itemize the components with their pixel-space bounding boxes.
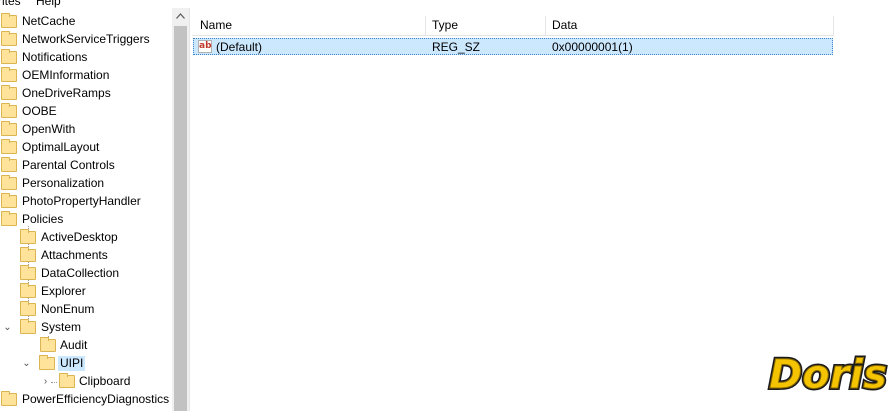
scroll-up-button[interactable] (172, 8, 189, 25)
tree-item-label: OpenWith (22, 122, 76, 136)
tree-item-label: ActiveDesktop (41, 230, 118, 244)
tree-item-label: Explorer (41, 284, 86, 298)
watermark-text: Doris (769, 352, 887, 396)
tree-item-explorer[interactable]: Explorer (0, 282, 172, 300)
list-header: Name Type Data (192, 14, 834, 36)
folder-icon (1, 121, 17, 136)
tree-item-openwith[interactable]: OpenWith (0, 120, 172, 138)
folder-icon (1, 103, 17, 118)
folder-icon (1, 193, 17, 208)
tree-item-audit[interactable]: Audit (0, 336, 172, 354)
folder-icon (1, 157, 17, 172)
folder-icon (20, 283, 36, 298)
tree-item-label: NonEnum (41, 302, 95, 316)
tree-item-label: UIPI (58, 356, 86, 371)
column-divider[interactable] (833, 16, 834, 36)
tree-item-label: Parental Controls (22, 158, 115, 172)
folder-icon (20, 319, 36, 334)
tree-item-onedriveramps[interactable]: OneDriveRamps (0, 84, 172, 102)
tree-item-label: Clipboard (79, 374, 131, 388)
column-header-name[interactable]: Name (194, 17, 232, 33)
folder-icon (1, 211, 17, 226)
column-header-data[interactable]: Data (546, 17, 577, 33)
column-header-type[interactable]: Type (426, 17, 458, 33)
tree-item-policies[interactable]: Policies (0, 210, 172, 228)
chevron-right-icon[interactable]: › (41, 377, 50, 387)
tree-item-label: PowerEfficiencyDiagnostics (22, 392, 170, 406)
folder-icon (1, 31, 17, 46)
tree-item-label: Audit (60, 338, 88, 352)
folder-icon (40, 337, 56, 352)
folder-icon (1, 391, 17, 406)
tree-scrollbar[interactable] (172, 8, 189, 411)
tree-item-system[interactable]: ⌄ System (0, 318, 172, 336)
tree-item-oeminformation[interactable]: OEMInformation (0, 66, 172, 84)
value-name: (Default) (216, 40, 263, 54)
tree-item-oobe[interactable]: OOBE (0, 102, 172, 120)
tree-item-datacollection[interactable]: DataCollection (0, 264, 172, 282)
menu-bar: rites Help (0, 0, 894, 8)
tree-item-parental-controls[interactable]: Parental Controls (0, 156, 172, 174)
tree-item-photopropertyhandler[interactable]: PhotoPropertyHandler (0, 192, 172, 210)
tree-item-activedesktop[interactable]: ActiveDesktop (0, 228, 172, 246)
folder-icon (1, 13, 17, 28)
tree-item-label: PhotoPropertyHandler (22, 194, 141, 208)
tree-item-label: OptimalLayout (22, 140, 100, 154)
folder-icon (1, 67, 17, 82)
tree-item-label: NetCache (22, 14, 76, 28)
registry-values-list[interactable]: Name Type Data ab (Default) REG_SZ 0x000… (192, 8, 894, 411)
tree-item-label: Attachments (41, 248, 108, 262)
value-data: 0x00000001(1) (552, 40, 633, 54)
tree-item-networkservicetriggers[interactable]: NetworkServiceTriggers (0, 30, 172, 48)
chevron-up-icon (176, 13, 185, 19)
scroll-thumb[interactable] (174, 26, 187, 411)
folder-icon (1, 139, 17, 154)
menu-favorites[interactable]: rites (0, 0, 21, 8)
tree-item-notifications[interactable]: Notifications (0, 48, 172, 66)
tree-item-nonenum[interactable]: NonEnum (0, 300, 172, 318)
tree-item-label: DataCollection (41, 266, 120, 280)
value-type: REG_SZ (432, 40, 481, 54)
tree-item-label: OEMInformation (22, 68, 110, 82)
folder-icon (59, 373, 75, 388)
tree-item-personalization[interactable]: Personalization (0, 174, 172, 192)
tree-item-label: Policies (22, 212, 64, 226)
chevron-down-icon[interactable]: ⌄ (22, 359, 31, 369)
chevron-down-icon[interactable]: ⌄ (3, 323, 12, 333)
tree-item-label: OneDriveRamps (22, 86, 111, 100)
tree-item-label: Notifications (22, 50, 88, 64)
tree-item-netcache[interactable]: NetCache (0, 12, 172, 30)
tree-item-label: System (41, 320, 82, 334)
tree-item-label: OOBE (22, 104, 57, 118)
menu-help[interactable]: Help (36, 0, 61, 8)
ab-string-icon: ab (198, 40, 212, 53)
folder-icon (1, 85, 17, 100)
table-row[interactable]: ab (Default) REG_SZ 0x00000001(1) (193, 38, 833, 55)
tree-item-uipi[interactable]: ⌄ UIPI (0, 354, 172, 372)
folder-icon (20, 265, 36, 280)
folder-icon (39, 355, 55, 370)
tree-item-optimallayout[interactable]: OptimalLayout (0, 138, 172, 156)
registry-key-tree[interactable]: NetCache NetworkServiceTriggers Notifica… (0, 8, 172, 411)
folder-icon (1, 49, 17, 64)
watermark-logo: Doris Doris (767, 352, 888, 396)
folder-icon (20, 301, 36, 316)
folder-icon (20, 229, 36, 244)
tree-item-powerefficiencydiagnostics[interactable]: PowerEfficiencyDiagnostics (0, 390, 172, 408)
tree-item-label: NetworkServiceTriggers (22, 32, 150, 46)
folder-icon (20, 247, 36, 262)
tree-item-label: Personalization (22, 176, 105, 190)
tree-item-attachments[interactable]: Attachments (0, 246, 172, 264)
tree-item-clipboard[interactable]: › Clipboard (0, 372, 172, 390)
folder-icon (1, 175, 17, 190)
